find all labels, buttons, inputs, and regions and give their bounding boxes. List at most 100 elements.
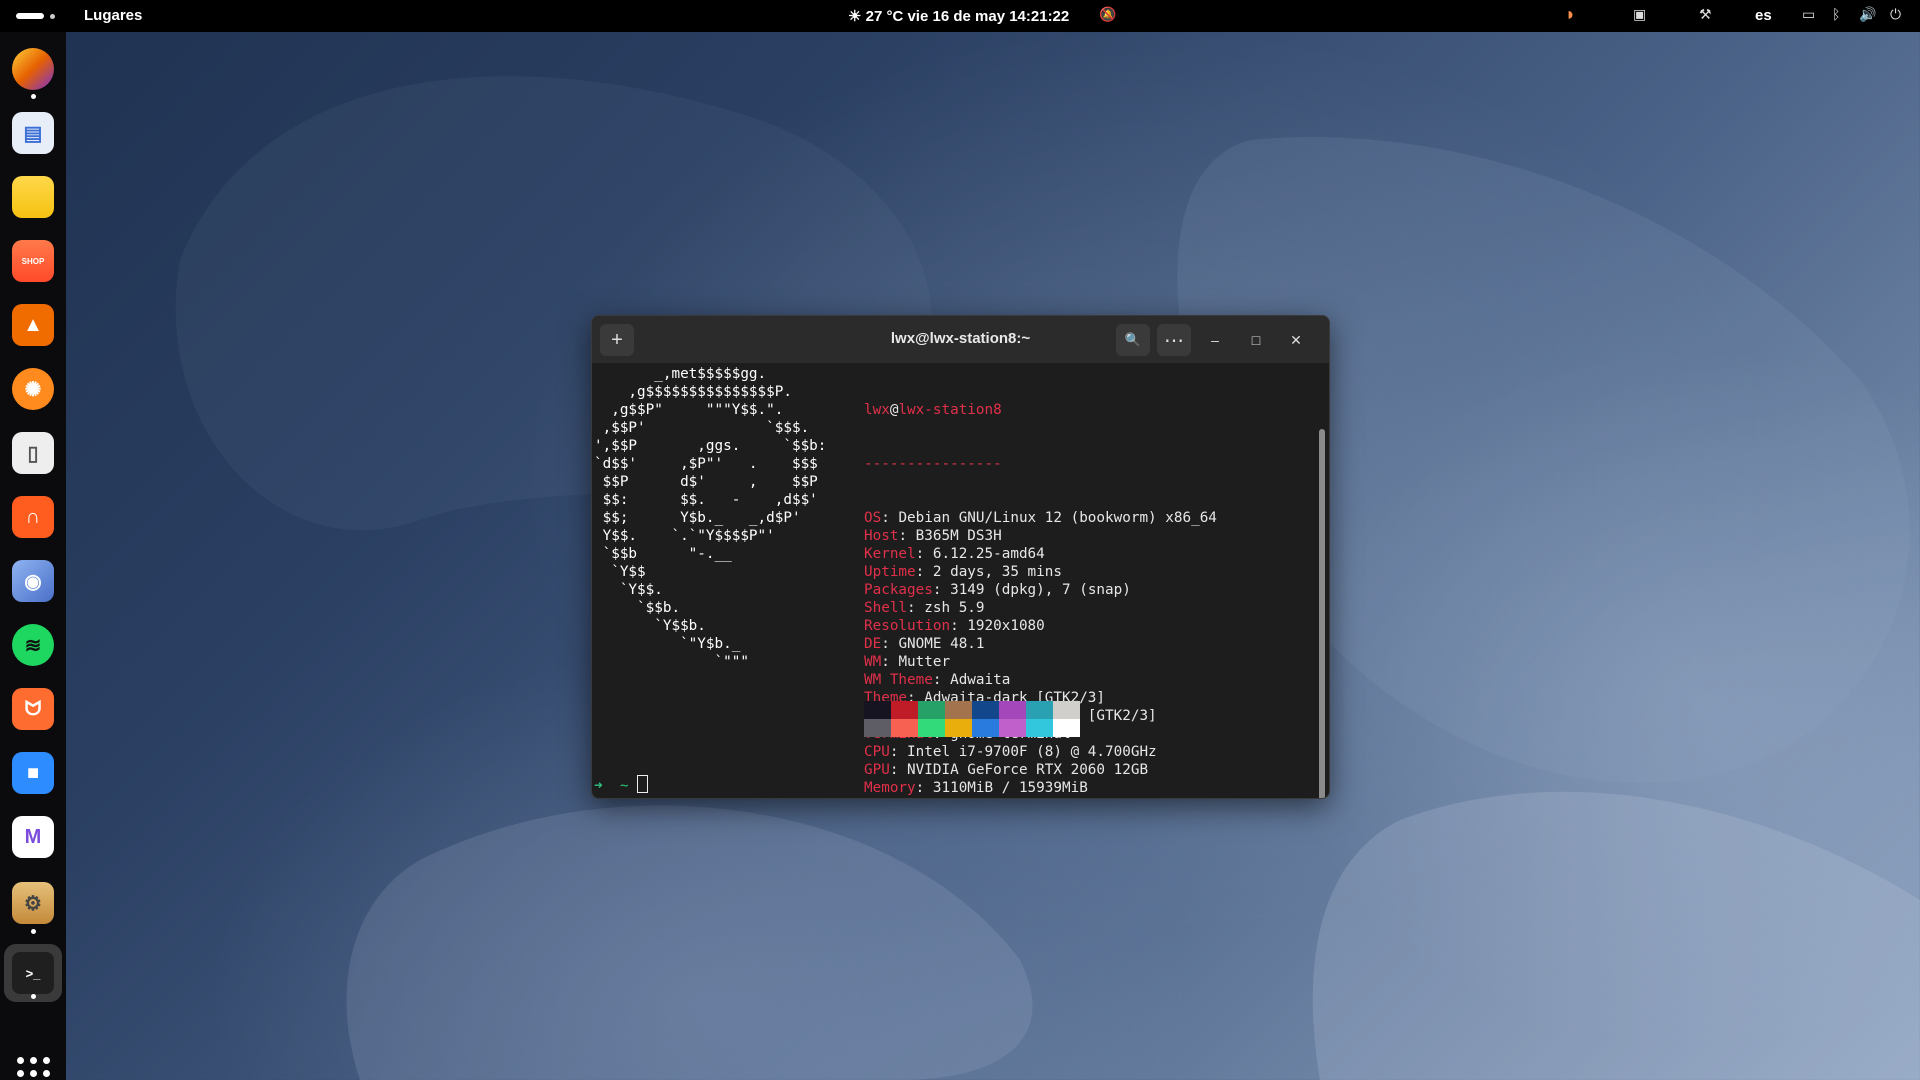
info-value: 6.12.25-amd64	[932, 546, 1045, 562]
text-editor-icon[interactable]: ▤	[12, 112, 54, 154]
terminal-content[interactable]: _,met$$$$$gg. ,g$$$$$$$$$$$$$$$P. ,g$$P"…	[592, 363, 1329, 798]
info-value: B365M DS3H	[915, 528, 1002, 544]
info-label: Resolution	[864, 618, 951, 634]
color-swatch	[891, 701, 918, 719]
color-swatch	[918, 701, 945, 719]
gnome-fox-icon[interactable]: ᗢ	[12, 688, 54, 730]
volume-icon[interactable]: 🔊	[1859, 6, 1876, 23]
color-swatch	[864, 719, 891, 737]
headphones-icon[interactable]: ∩	[12, 496, 54, 538]
maximize-button[interactable]: □	[1246, 330, 1266, 350]
settings-icon[interactable]: ⚙	[12, 882, 54, 924]
keyboard-layout[interactable]: es	[1755, 7, 1772, 24]
info-line: CPU: Intel i7-9700F (8) @ 4.700GHz	[864, 743, 1217, 761]
info-label: OS	[864, 510, 882, 526]
info-label: WM Theme	[864, 672, 933, 688]
info-colon: :	[932, 582, 951, 598]
bluetooth-icon[interactable]: ᛒ	[1832, 6, 1840, 22]
documents-icon[interactable]: ▯	[12, 432, 54, 474]
vlc-icon[interactable]: ▲	[12, 304, 54, 346]
color-swatch	[1026, 719, 1053, 737]
clock[interactable]: ☀ 27 °C vie 16 de may 14:21:22	[848, 7, 1069, 25]
color-palette-bright	[864, 719, 1080, 737]
info-colon: :	[889, 762, 908, 778]
info-value: 3110MiB / 15939MiB	[932, 780, 1088, 796]
files-icon[interactable]	[12, 176, 54, 218]
info-value: Intel i7-9700F (8) @ 4.700GHz	[907, 744, 1157, 760]
info-line: Shell: zsh 5.9	[864, 599, 1217, 617]
info-line: GPU: NVIDIA GeForce RTX 2060 12GB	[864, 761, 1217, 779]
color-palette-dark	[864, 701, 1080, 719]
info-line: Resolution: 1920x1080	[864, 617, 1217, 635]
tray-image-icon[interactable]: ▣	[1633, 6, 1646, 23]
debian-ascii-logo: _,met$$$$$gg. ,g$$$$$$$$$$$$$$$P. ,g$$P"…	[594, 366, 827, 670]
color-swatch	[891, 719, 918, 737]
info-value: 2 days, 35 mins	[932, 564, 1062, 580]
spotify-icon[interactable]: ≋	[12, 624, 54, 666]
separator: ----------------	[864, 456, 1002, 472]
info-label: Shell	[864, 600, 908, 616]
info-line: Kernel: 6.12.25-amd64	[864, 545, 1217, 563]
places-menu[interactable]: Lugares	[84, 7, 142, 24]
search-button[interactable]: 🔍	[1116, 324, 1150, 356]
color-swatch	[918, 719, 945, 737]
camera-icon[interactable]: ◉	[12, 560, 54, 602]
info-label: GPU	[864, 762, 890, 778]
info-colon: :	[907, 600, 925, 616]
shell-prompt[interactable]: ➜ ~	[594, 775, 649, 795]
info-value: Debian GNU/Linux 12 (bookworm) x86_64	[898, 510, 1217, 526]
info-colon: :	[881, 636, 899, 652]
orange-app-icon[interactable]: ✺	[12, 368, 54, 410]
show-apps-icon[interactable]	[17, 1057, 50, 1080]
color-swatch	[972, 701, 999, 719]
mail-icon[interactable]: M	[12, 816, 54, 858]
info-value: zsh 5.9	[924, 600, 985, 616]
text-cursor	[637, 775, 649, 793]
info-colon: :	[889, 744, 908, 760]
info-colon: :	[915, 546, 933, 562]
info-value: 1920x1080	[967, 618, 1045, 634]
info-value: NVIDIA GeForce RTX 2060 12GB	[907, 762, 1149, 778]
info-value: GNOME 48.1	[898, 636, 985, 652]
power-icon[interactable]: ⏻	[1890, 6, 1901, 23]
color-swatch	[1053, 701, 1080, 719]
tray-brush-icon[interactable]: ⚒	[1699, 6, 1712, 23]
user-host-line: lwx@lwx-station8	[864, 401, 1217, 419]
terminal-window[interactable]: + lwx@lwx-station8:~ 🔍 ⋯ – □ ✕ _,met$$$$…	[591, 315, 1330, 799]
info-line: WM: Mutter	[864, 653, 1217, 671]
menu-button[interactable]: ⋯	[1157, 324, 1191, 356]
color-swatch	[864, 701, 891, 719]
info-line: OS: Debian GNU/Linux 12 (bookworm) x86_6…	[864, 509, 1217, 527]
info-colon: :	[932, 672, 951, 688]
info-label: Packages	[864, 582, 933, 598]
info-lines: OS: Debian GNU/Linux 12 (bookworm) x86_6…	[864, 509, 1217, 797]
info-line: Uptime: 2 days, 35 mins	[864, 563, 1217, 581]
info-value: Adwaita	[950, 672, 1011, 688]
info-colon: :	[881, 510, 899, 526]
network-icon[interactable]: ▭	[1802, 6, 1815, 23]
minimize-button[interactable]: –	[1205, 330, 1225, 350]
terminal-titlebar[interactable]: + lwx@lwx-station8:~ 🔍 ⋯ – □ ✕	[592, 316, 1329, 363]
info-colon: :	[950, 618, 968, 634]
firefox-icon[interactable]	[12, 48, 54, 90]
info-colon: :	[898, 528, 916, 544]
terminal-icon: >_	[12, 952, 54, 994]
close-button[interactable]: ✕	[1286, 330, 1306, 350]
info-label: Host	[864, 528, 899, 544]
prompt-text: ➜ ~	[594, 778, 638, 794]
scrollbar[interactable]	[1319, 429, 1325, 798]
running-indicator	[31, 929, 36, 934]
zoom-icon[interactable]: ■	[12, 752, 54, 794]
top-bar: Lugares ☀ 27 °C vie 16 de may 14:21:22 🔕…	[0, 0, 1920, 32]
shop-icon[interactable]: SHOP	[12, 240, 54, 282]
info-colon: :	[881, 654, 899, 670]
night-light-icon[interactable]: ◗	[1565, 4, 1576, 25]
activities-indicator[interactable]	[16, 13, 44, 19]
host: lwx-station8	[898, 402, 1002, 418]
color-swatch	[1053, 719, 1080, 737]
info-line: Host: B365M DS3H	[864, 527, 1217, 545]
workspace-dot[interactable]	[50, 14, 55, 19]
running-indicator	[31, 94, 36, 99]
color-swatch	[972, 719, 999, 737]
dock: ▤ SHOP ▲ ✺ ▯ ∩ ◉ ≋ ᗢ ■ M ⚙ >_	[0, 32, 66, 1080]
